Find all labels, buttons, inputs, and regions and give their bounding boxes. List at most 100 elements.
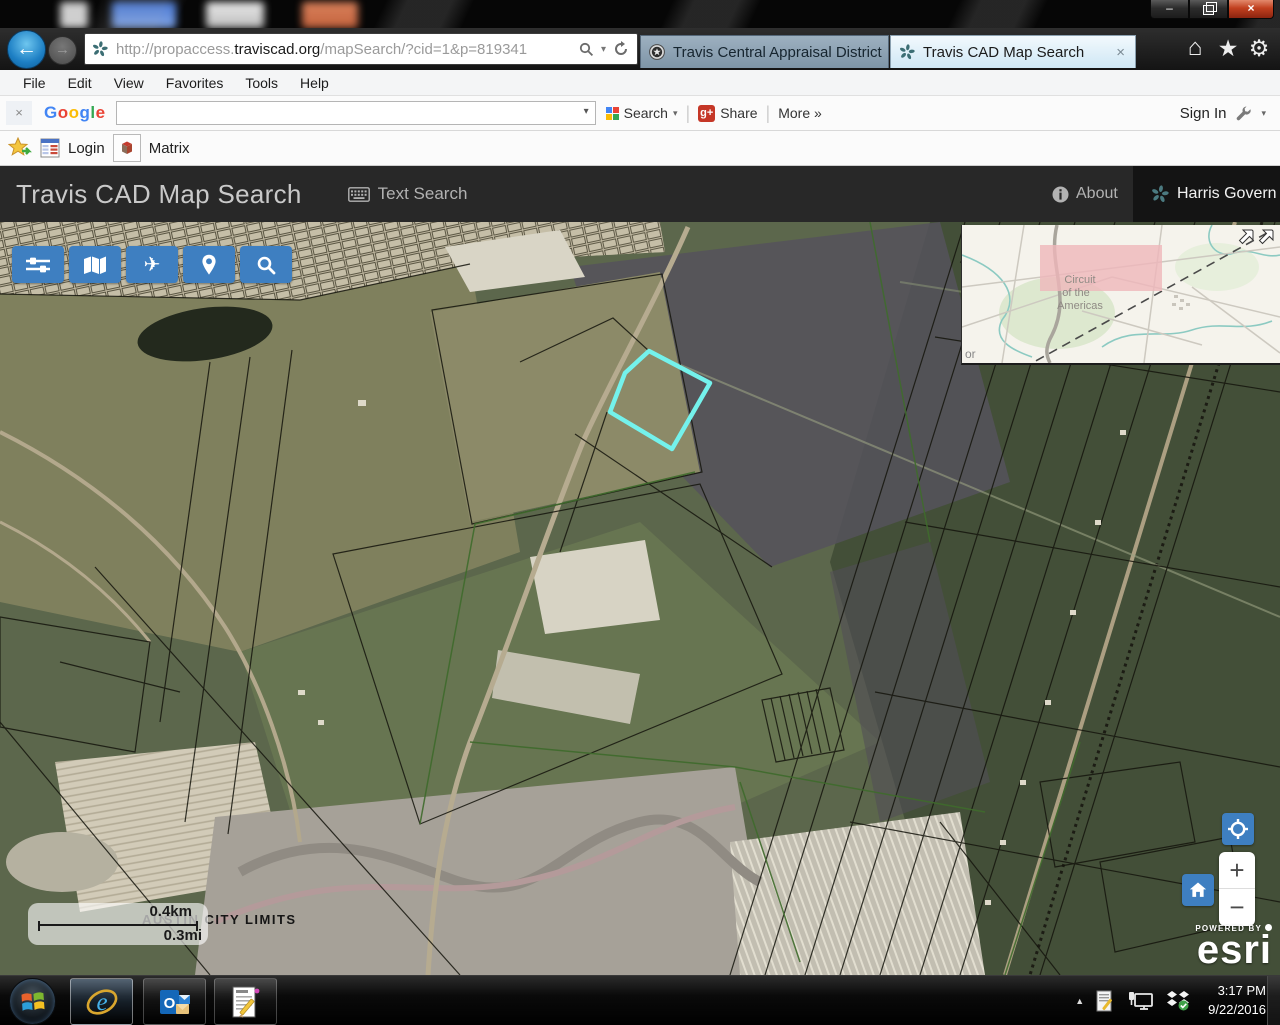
start-button[interactable] (9, 978, 56, 1025)
seal-star-favicon (649, 44, 665, 60)
toolbar-close-icon[interactable]: × (6, 101, 32, 125)
svg-text:or: or (965, 347, 976, 361)
links-toolbar: Login Matrix (0, 131, 1280, 166)
info-icon (1052, 186, 1069, 203)
minimize-button[interactable]: – (1150, 0, 1189, 19)
locate-button[interactable] (1222, 813, 1254, 845)
folded-map-icon (83, 256, 107, 274)
restore-button[interactable] (1189, 0, 1228, 19)
matrix-link[interactable]: Matrix (149, 140, 190, 157)
url-path: /mapSearch/?cid=1&p=819341 (320, 41, 527, 58)
show-desktop-button[interactable] (1267, 976, 1280, 1025)
overview-map[interactable]: Circuit of the Americas or (961, 225, 1280, 365)
overview-extent-rectangle[interactable] (1040, 245, 1162, 291)
menu-bar: File Edit View Favorites Tools Help (0, 70, 1280, 96)
sign-in-button[interactable]: Sign In (1180, 105, 1227, 122)
restore-icon (1203, 5, 1214, 15)
tray-notes-icon[interactable] (1096, 990, 1116, 1012)
separator: | (766, 103, 771, 124)
window-controls: – × (1150, 0, 1274, 19)
overview-basemap: Circuit of the Americas or (962, 225, 1280, 363)
tab-close-icon[interactable]: × (1116, 44, 1125, 61)
text-search-button[interactable]: Text Search (348, 184, 468, 204)
svg-text:O: O (163, 995, 175, 1012)
tools-dropdown-icon[interactable]: ▾ (1261, 108, 1266, 119)
address-bar[interactable]: http://propaccess.traviscad.org/mapSearc… (84, 33, 638, 65)
more-button[interactable]: More » (778, 105, 822, 121)
gplus-icon: g+ (698, 105, 715, 122)
browser-tools-button[interactable]: ⚙ (1244, 31, 1274, 65)
search-label: Search (624, 105, 668, 121)
desktop-background (0, 0, 1280, 28)
google-search-input[interactable] (116, 101, 596, 125)
menu-tools[interactable]: Tools (234, 72, 289, 94)
zoom-control: + − (1219, 852, 1255, 926)
home-icon: ⌂ (1188, 34, 1203, 61)
browser-navigation-bar: ← → http://propaccess.traviscad.org/mapS… (0, 28, 1280, 70)
location-pin-button[interactable] (183, 246, 235, 283)
layers-settings-button[interactable] (12, 246, 64, 283)
menu-file[interactable]: File (12, 72, 57, 94)
menu-edit[interactable]: Edit (57, 72, 103, 94)
flight-imagery-button[interactable]: ✈ (126, 246, 178, 283)
browser-favorites-button[interactable]: ★ (1213, 31, 1243, 65)
menu-help[interactable]: Help (289, 72, 340, 94)
share-label: Share (720, 105, 757, 121)
basemap-button[interactable] (69, 246, 121, 283)
search-dropdown-icon[interactable]: ▾ (601, 44, 606, 55)
map-toolbar: ✈ (12, 246, 292, 283)
tab-travis-central-appraisal-district[interactable]: Travis Central Appraisal District (640, 35, 889, 68)
zoom-out-button[interactable]: − (1219, 889, 1255, 926)
refresh-icon[interactable] (613, 41, 629, 57)
tray-expand-icon[interactable]: ▲ (1075, 996, 1084, 1006)
scale-line (38, 924, 198, 926)
overview-expand-icon[interactable] (1238, 229, 1276, 247)
scale-km-label: 0.4km (149, 903, 192, 920)
wrench-icon[interactable] (1235, 105, 1252, 122)
notes-app-icon (231, 986, 261, 1018)
tray-dropbox-icon[interactable] (1166, 990, 1190, 1012)
house-icon (1188, 880, 1208, 900)
default-extent-button[interactable] (1182, 874, 1214, 906)
map-viewport[interactable]: ✈ (0, 222, 1280, 975)
scale-bar: 0.4km 0.3mi (28, 903, 208, 945)
google-grid-icon (606, 107, 619, 120)
zoom-in-button[interactable]: + (1219, 852, 1255, 889)
taskbar-outlook[interactable]: O (143, 978, 206, 1025)
back-icon: ← (16, 37, 37, 60)
clock-date: 9/22/2016 (1208, 1001, 1266, 1020)
menu-view[interactable]: View (103, 72, 155, 94)
about-button[interactable]: About (1052, 185, 1118, 203)
map-pin-icon (200, 254, 218, 276)
login-link[interactable]: Login (68, 140, 105, 157)
page-favicon-swirl-icon (92, 41, 108, 57)
magnifier-icon (256, 255, 276, 275)
google-search-button[interactable]: Search ▾ (606, 105, 678, 121)
map-search-button[interactable] (240, 246, 292, 283)
windows-flag-icon (20, 989, 46, 1015)
crosshair-icon (1227, 818, 1249, 840)
add-favorite-star-icon[interactable] (8, 137, 32, 159)
taskbar-notes-app[interactable] (214, 978, 277, 1025)
share-button[interactable]: g+ Share (698, 105, 757, 122)
more-label: More » (778, 105, 822, 121)
forward-button[interactable]: → (48, 36, 77, 65)
menu-favorites[interactable]: Favorites (155, 72, 235, 94)
swirl-favicon (899, 44, 915, 60)
taskbar-clock[interactable]: 3:17 PM 9/22/2016 (1202, 982, 1266, 1020)
back-button[interactable]: ← (7, 30, 46, 69)
tab-title: Travis Central Appraisal District (673, 44, 882, 61)
search-icon[interactable] (579, 42, 594, 57)
svg-text:e: e (96, 989, 107, 1016)
taskbar: e O ▲ (0, 975, 1280, 1025)
star-icon: ★ (1218, 35, 1239, 61)
matrix-icon-box[interactable] (113, 134, 141, 162)
taskbar-internet-explorer[interactable]: e (70, 978, 133, 1025)
browser-home-button[interactable]: ⌂ (1180, 31, 1210, 65)
input-dropdown-icon[interactable]: ▾ (584, 106, 589, 117)
tab-travis-cad-map-search[interactable]: Travis CAD Map Search × (890, 35, 1136, 68)
login-grid-icon (40, 138, 60, 158)
close-window-button[interactable]: × (1228, 0, 1274, 19)
tray-network-icon[interactable] (1128, 990, 1154, 1012)
brand-block[interactable]: Harris Govern (1133, 166, 1280, 222)
